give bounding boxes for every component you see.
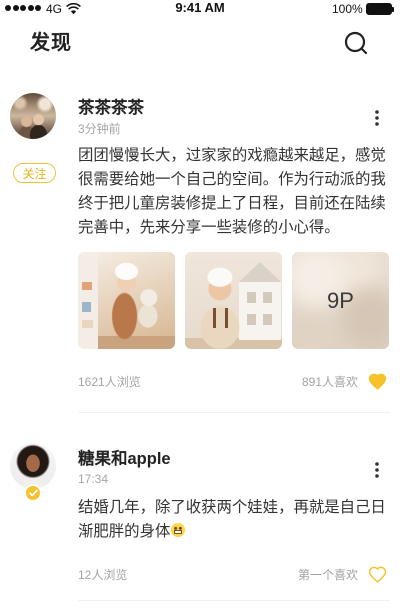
post-divider [78, 412, 390, 413]
heart-icon[interactable] [368, 565, 387, 584]
battery-percentage: 100% [332, 2, 363, 16]
signal-strength-icon [5, 5, 45, 12]
battery-nub [392, 6, 394, 12]
post-body: 结婚几年，除了收获两个娃娃，再就是自己日 渐肥胖的身体 [78, 496, 390, 544]
page-title: 发现 [30, 32, 72, 54]
post-body: 团团慢慢长大，过家家的戏瘾越来越足，感觉 很需要给她一个自己的空间。作为行动派的… [78, 144, 390, 240]
post-photo[interactable] [78, 252, 175, 349]
post-body-line: 完善中，先来分享一些装修的小心得。 [78, 219, 340, 236]
post-username[interactable]: 茶茶茶茶 [78, 98, 144, 118]
post-body-line: 渐肥胖的身体 [78, 523, 171, 540]
post-body-line: 很需要给她一个自己的空间。作为行动派的我 [78, 171, 386, 188]
search-icon[interactable] [343, 30, 369, 56]
like-count: 第一个喜欢 [297, 568, 358, 582]
post-card: 糖果和apple 17:34 结婚几年，除了收获两个娃娃，再就是自己日 渐肥胖的… [0, 438, 400, 602]
post-body-line-with-emoji: 渐肥胖的身体 [78, 520, 390, 544]
photo-count-label: 9P [327, 287, 354, 313]
page-header: 发现 [0, 20, 400, 70]
post-time: 3分钟前 [78, 122, 121, 136]
heart-icon[interactable] [368, 372, 387, 391]
post-photo[interactable] [185, 252, 282, 349]
post-card: 关注 茶茶茶茶 3分钟前 团团慢慢长大，过家家的戏瘾越来越足，感觉 很需要给她一… [0, 88, 400, 414]
post-username[interactable]: 糖果和apple [78, 449, 171, 469]
like-count: 891人喜欢 [301, 375, 358, 389]
grin-emoji-icon [171, 523, 186, 537]
post-body-line: 结婚几年，除了收获两个娃娃，再就是自己日 [78, 499, 386, 516]
clock-time: 9:41 AM [175, 0, 225, 15]
battery-icon [366, 3, 392, 15]
signal-dot [20, 5, 26, 11]
signal-dot [27, 5, 34, 11]
post-body-line: 终于把儿童房装修提上了日程，目前还在陆续 [78, 195, 386, 212]
view-count: 12人浏览 [78, 568, 128, 582]
signal-dot [5, 5, 11, 11]
verified-badge [24, 484, 42, 502]
signal-dot [35, 5, 41, 11]
more-vertical-icon[interactable] [374, 462, 380, 478]
user-avatar[interactable] [10, 443, 56, 489]
more-vertical-icon[interactable] [374, 110, 380, 126]
network-type: 4G [46, 2, 63, 16]
follow-button[interactable]: 关注 [13, 163, 56, 183]
post-time: 17:34 [78, 472, 109, 486]
signal-dot [12, 5, 19, 11]
post-body-line: 团团慢慢长大，过家家的戏瘾越来越足，感觉 [78, 147, 386, 164]
check-icon [28, 489, 38, 497]
wifi-icon [66, 3, 81, 15]
post-divider [78, 600, 390, 601]
user-avatar[interactable] [10, 93, 56, 139]
photo-grid: 9P [78, 252, 389, 349]
status-bar: 4G 9:41 AM 100% [0, 0, 400, 20]
more-photos-tile[interactable]: 9P [292, 252, 389, 349]
view-count: 1621人浏览 [78, 375, 141, 389]
